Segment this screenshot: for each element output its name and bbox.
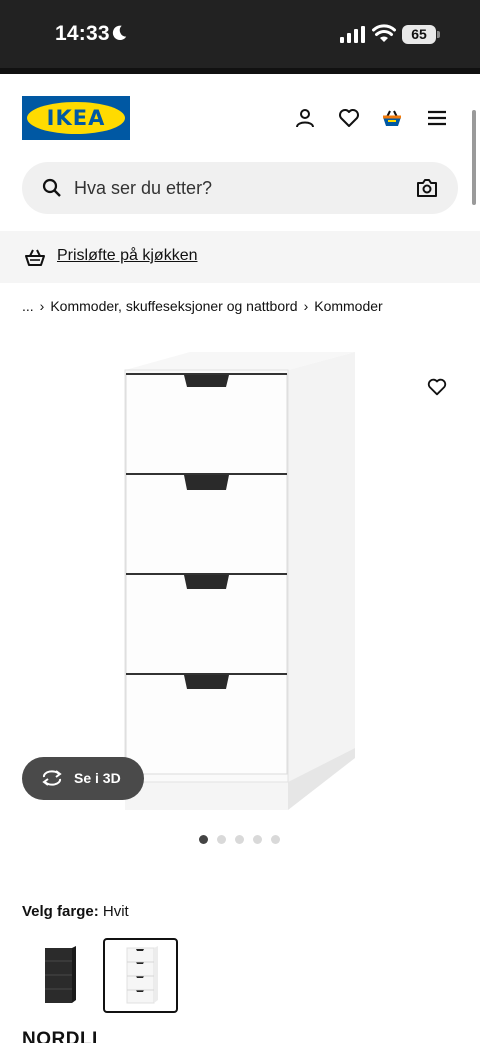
pagination-dot[interactable] (253, 835, 262, 844)
color-value: Hvit (102, 903, 129, 920)
color-label: Velg farge: (22, 903, 99, 920)
pagination-dot[interactable] (271, 835, 280, 844)
chevron-right-icon: › (303, 298, 309, 314)
battery-tip (437, 31, 440, 38)
chevron-right-icon: › (39, 298, 45, 314)
promo-link[interactable]: Prisløfte på kjøkken (57, 247, 197, 265)
logo-text: IKEA (46, 106, 106, 130)
rotate-3d-icon (42, 770, 62, 786)
pagination-dot[interactable] (235, 835, 244, 844)
basket-outline-icon (25, 249, 45, 266)
moon-icon (112, 25, 127, 41)
signal-icon (340, 26, 365, 43)
white-dresser-thumbnail (126, 946, 158, 1004)
heart-icon[interactable] (337, 106, 361, 130)
profile-icon[interactable] (293, 106, 317, 130)
color-swatch-white-selected[interactable] (103, 938, 178, 1013)
breadcrumb-ellipsis[interactable]: ... (22, 298, 34, 314)
promo-banner[interactable]: Prisløfte på kjøkken (0, 231, 480, 283)
breadcrumb-item-current[interactable]: Kommoder (314, 298, 382, 314)
scrollbar[interactable] (472, 110, 476, 205)
wifi-icon (372, 24, 396, 42)
breadcrumb-item-category[interactable]: Kommoder, skuffeseksjoner og nattbord (50, 298, 297, 314)
battery-indicator: 65 (402, 25, 436, 44)
see-in-3d-button[interactable]: Se i 3D (22, 757, 144, 800)
status-bar: 14:33 65 (0, 0, 480, 68)
product-name: NORDLI (22, 1029, 98, 1043)
black-dresser-thumbnail (45, 946, 76, 1003)
product-image[interactable] (0, 330, 480, 830)
pagination-dot[interactable] (217, 835, 226, 844)
breadcrumb: ... › Kommoder, skuffeseksjoner og nattbor… (22, 298, 383, 314)
ikea-logo[interactable]: IKEA (22, 96, 130, 140)
search-bar[interactable]: Hva ser du etter? (22, 162, 458, 214)
camera-search-icon[interactable] (416, 177, 438, 199)
status-time: 14:33 (55, 22, 110, 45)
color-selection-label: Velg farge: Hvit (22, 903, 129, 920)
menu-icon[interactable] (425, 106, 449, 130)
pagination-dot-active[interactable] (199, 835, 208, 844)
header-divider (0, 68, 480, 74)
favorite-heart-icon[interactable] (426, 376, 448, 398)
see-in-3d-label: Se i 3D (74, 770, 121, 786)
color-swatch-black[interactable] (22, 938, 97, 1013)
search-input[interactable]: Hva ser du etter? (74, 178, 212, 199)
basket-icon[interactable] (380, 106, 404, 130)
search-icon (42, 178, 61, 197)
